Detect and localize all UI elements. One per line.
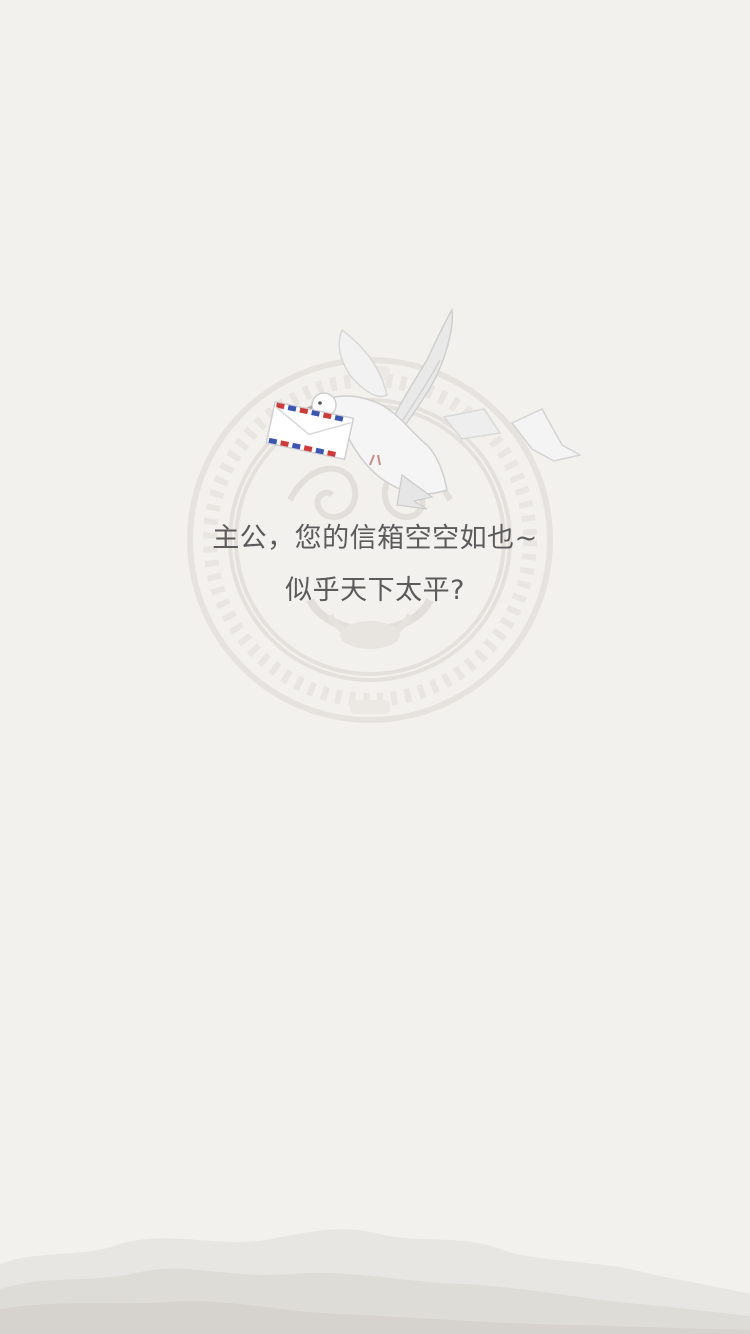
peaceful-subtitle: 似乎天下太平? bbox=[285, 575, 465, 606]
mailbox-empty-screen: 主公，您的信箱空空如也~ 似乎天下太平? bbox=[0, 0, 750, 1334]
empty-mailbox-message: 主公，您的信箱空空如也~ bbox=[212, 523, 538, 554]
mountain-landscape-decoration bbox=[0, 1229, 750, 1334]
carrier-pigeon-with-letter-icon bbox=[265, 307, 583, 510]
